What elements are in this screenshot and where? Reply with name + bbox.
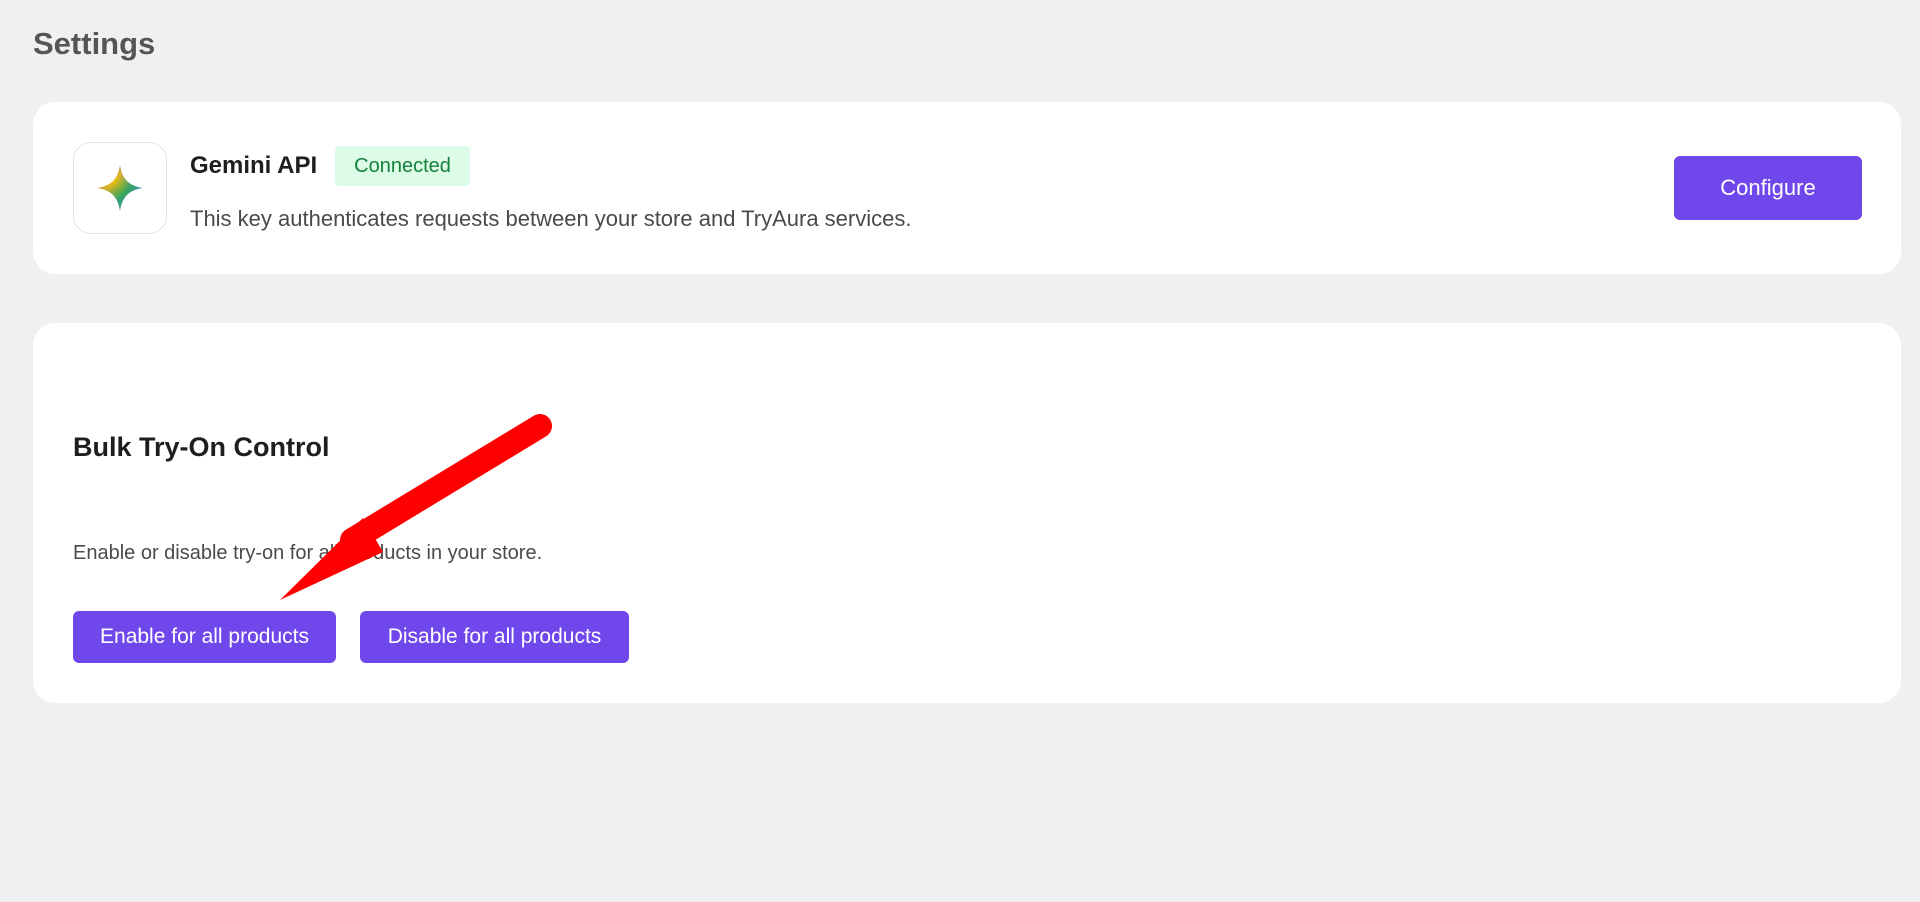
bulk-try-on-card: Bulk Try-On Control Enable or disable tr… (33, 323, 1901, 703)
enable-all-products-button[interactable]: Enable for all products (73, 611, 336, 663)
status-badge: Connected (335, 146, 470, 186)
configure-button[interactable]: Configure (1674, 156, 1862, 220)
api-description: This key authenticates requests between … (190, 206, 912, 231)
bulk-section-title: Bulk Try-On Control (73, 432, 330, 462)
bulk-section-description: Enable or disable try-on for all product… (73, 542, 543, 564)
api-title-row: Gemini API Connected (190, 146, 470, 186)
api-title: Gemini API (190, 152, 318, 179)
gemini-logo (73, 142, 167, 234)
gemini-api-card: Gemini API Connected This key authentica… (33, 102, 1901, 274)
page-title: Settings (33, 26, 156, 61)
disable-all-products-button[interactable]: Disable for all products (360, 611, 629, 663)
gemini-sparkle-icon (97, 165, 143, 211)
